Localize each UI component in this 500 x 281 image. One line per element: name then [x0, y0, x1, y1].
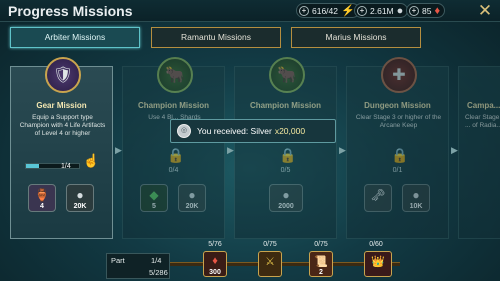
- progress-text: 1/4: [61, 163, 71, 170]
- card-title: Campa...: [467, 101, 500, 110]
- page-title: Progress Missions: [8, 3, 133, 19]
- artifact-icon: 🗝: [370, 188, 386, 202]
- arrow-right-icon: ▶: [115, 145, 122, 155]
- lock-icon: 🔒: [167, 147, 185, 163]
- gem-icon: ♦: [434, 4, 441, 17]
- progress-text: 0/1: [392, 167, 403, 174]
- top-bar: Progress Missions + 616/42 ⚡ + 2.61M ● +…: [0, 0, 500, 22]
- card-title: Champion Mission: [137, 101, 210, 110]
- milestone-reward-champion[interactable]: 👑: [364, 251, 392, 277]
- silver-coin-icon: ●: [76, 188, 84, 202]
- shard-icon: ◆: [149, 188, 159, 202]
- reward-artifact[interactable]: 🏺 4: [28, 184, 56, 212]
- energy-counter[interactable]: + 616/42 ⚡: [296, 3, 360, 18]
- reward-silver[interactable]: ● 20K: [66, 184, 94, 212]
- arrow-right-icon: ▶: [339, 145, 346, 155]
- add-energy-button[interactable]: +: [299, 5, 309, 16]
- artifact-icon: 🏺: [34, 188, 50, 202]
- milestone-reward-gems[interactable]: ♦ 300: [203, 251, 227, 277]
- reward-silver[interactable]: ● 20K: [178, 184, 206, 212]
- champion-portrait-icon: 👑: [371, 256, 385, 268]
- card-title: Gear Mission: [36, 101, 87, 110]
- reward-received-toast: ◎ You received: Silver x20,000: [170, 119, 336, 143]
- add-gems-button[interactable]: +: [409, 5, 419, 16]
- dungeon-mission-emblem-icon: ✚: [381, 57, 417, 93]
- lock-icon: 🔒: [279, 147, 297, 163]
- mission-card-dungeon[interactable]: ✚ Dungeon Mission Clear Stage 3 or highe…: [346, 57, 449, 239]
- gems-counter[interactable]: + 85 ♦: [406, 3, 446, 18]
- progress-text: 0/5: [280, 167, 291, 174]
- tab-arbiter-missions[interactable]: Arbiter Missions: [10, 27, 140, 48]
- tab-ramantu-missions[interactable]: Ramantu Missions: [151, 27, 281, 48]
- mission-card-champion-1[interactable]: 🐂 Champion Mission Use 4 Bl... Shards 🔒 …: [122, 57, 225, 239]
- reward-shard[interactable]: ◆ 5: [140, 184, 168, 212]
- card-title: Champion Mission: [249, 101, 322, 110]
- progress-text: 0/4: [168, 167, 179, 174]
- card-description: Clear Stage ... of Radia...: [465, 114, 500, 129]
- silver-counter[interactable]: + 2.61M ●: [354, 3, 409, 18]
- mission-card-champion-2[interactable]: 🐂 Champion Mission 🔒 0/5 ● 2000: [234, 57, 337, 239]
- silver-coin-icon: ●: [412, 188, 420, 202]
- silver-coin-icon: ●: [282, 188, 290, 202]
- tab-marius-missions[interactable]: Marius Missions: [291, 27, 421, 48]
- book-icon: 📜: [314, 256, 328, 268]
- card-title: Dungeon Mission: [364, 101, 431, 110]
- card-description: Equip a Support type Champion with 4 Lif…: [19, 114, 106, 137]
- milestone-reward-artifact[interactable]: ⚔: [258, 251, 282, 277]
- arrow-right-icon: ▶: [227, 145, 234, 155]
- reward-item[interactable]: 🗝: [364, 184, 392, 212]
- close-button[interactable]: ✕: [476, 2, 494, 20]
- champion-mission-emblem-icon: 🐂: [157, 57, 193, 93]
- sword-icon: ⚔: [265, 256, 275, 268]
- silver-coin-icon: ●: [396, 4, 404, 17]
- reward-silver[interactable]: ● 10K: [402, 184, 430, 212]
- progress-bar: [25, 163, 80, 169]
- gear-mission-emblem-icon: 🛡: [45, 57, 81, 93]
- champion-mission-emblem-icon: 🐂: [269, 57, 305, 93]
- milestone-reward-books[interactable]: 📜 2: [309, 251, 333, 277]
- mission-card-campaign[interactable]: Campa... Clear Stage ... of Radia...: [458, 66, 500, 239]
- pointer-hand-icon: ☝: [83, 153, 100, 168]
- silver-coin-icon: ◎: [177, 124, 191, 138]
- mission-card-gear[interactable]: 🛡 Gear Mission Equip a Support type Cham…: [10, 57, 113, 239]
- silver-coin-icon: ●: [188, 188, 196, 202]
- card-description: Clear Stage 3 or higher of the Arcane Ke…: [355, 114, 442, 129]
- reward-silver[interactable]: ● 2000: [269, 184, 303, 212]
- lock-icon: 🔒: [391, 147, 409, 163]
- energy-icon: ⚡: [341, 5, 355, 17]
- add-silver-button[interactable]: +: [357, 5, 367, 16]
- arrow-right-icon: ▶: [451, 145, 458, 155]
- gem-icon: ♦: [212, 255, 218, 267]
- part-progress-box: Part 1/4 5/286: [106, 253, 170, 279]
